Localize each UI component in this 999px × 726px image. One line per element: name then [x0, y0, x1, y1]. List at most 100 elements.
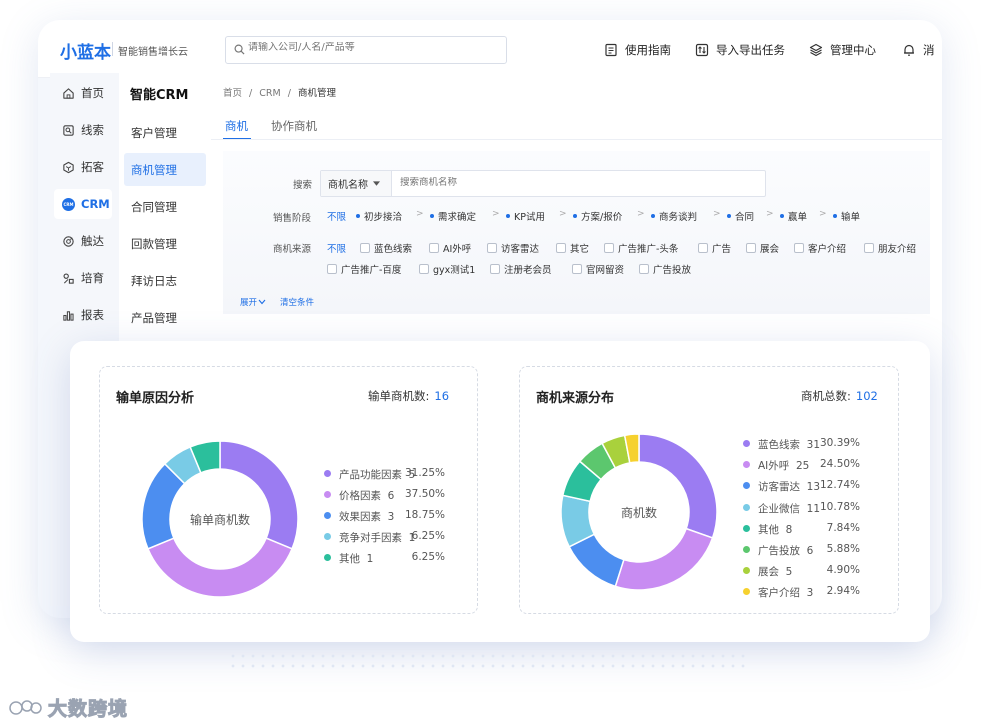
source-option-label: 广告 — [712, 244, 732, 255]
rail-item-leads[interactable]: 线索 — [54, 115, 112, 145]
legend-item[interactable]: 价格因素 6 37.50% — [324, 488, 445, 502]
legend-percent: 6.25% — [411, 551, 445, 563]
tasks-button[interactable]: 导入导出任务 — [695, 42, 785, 58]
legend-item[interactable]: 竞争对手因素 1 6.25% — [324, 530, 445, 544]
legend-item[interactable]: 其他 8 7.84% — [743, 522, 860, 536]
source-option-label: 朋友介绍 — [878, 244, 917, 255]
stage-option-label: 方案/报价 — [581, 212, 623, 223]
legend-item[interactable]: 效果因素 3 18.75% — [324, 509, 445, 523]
legend-item[interactable]: AI外呼 25 24.50% — [743, 458, 860, 472]
stage-option[interactable]: KP试用 — [506, 209, 545, 223]
source-checkbox[interactable]: 朋友介绍 — [864, 241, 916, 255]
source-checkbox[interactable]: 其它 — [556, 241, 589, 255]
legend-dot-icon — [743, 546, 750, 553]
source-checkbox[interactable]: 客户介绍 — [794, 241, 846, 255]
stage-option[interactable]: 合同 — [727, 209, 754, 223]
analytics-card: 输单原因分析 输单商机数: 16 输单商机数 产品功能因素 5 31.25% 价格因素… — [70, 341, 930, 642]
source-option-label: 其它 — [570, 244, 590, 255]
source-checkbox[interactable]: 官网留资 — [572, 262, 624, 276]
checkbox-icon — [604, 243, 614, 253]
admin-button[interactable]: 管理中心 — [809, 42, 876, 58]
legend-item[interactable]: 其他 1 6.25% — [324, 551, 445, 565]
source-checkbox[interactable]: 广告推广-百度 — [327, 262, 401, 276]
clear-filters-link[interactable]: 清空条件 — [280, 296, 314, 308]
legend-label: 访客雷达 13 — [758, 481, 821, 494]
layers-icon — [809, 43, 823, 57]
source-all-option[interactable]: 不限 — [327, 241, 346, 255]
legend-item[interactable]: 蓝色线索 31 30.39% — [743, 437, 860, 451]
source-checkbox[interactable]: 展会 — [746, 241, 779, 255]
stage-option[interactable]: 需求确定 — [430, 209, 476, 223]
tab-opportunities[interactable]: 商机 — [225, 118, 248, 134]
notification-button[interactable]: 消 — [902, 42, 935, 58]
donut-slice[interactable] — [146, 537, 294, 598]
stage-arrow-icon: > — [559, 209, 567, 219]
filter-search: 商机名称 — [320, 170, 766, 197]
source-checkbox[interactable]: 注册老会员 — [490, 262, 552, 276]
global-search[interactable] — [225, 36, 507, 64]
legend-item[interactable]: 产品功能因素 5 31.25% — [324, 467, 445, 481]
stage-option[interactable]: 赢单 — [780, 209, 807, 223]
tab-collab-opportunities[interactable]: 协作商机 — [271, 118, 317, 134]
subnav-item-opportunities[interactable]: 商机管理 — [124, 153, 206, 186]
subnav-item-payments[interactable]: 回款管理 — [124, 227, 206, 260]
legend-dot-icon — [743, 461, 750, 469]
global-search-input[interactable] — [248, 42, 498, 53]
source-checkbox[interactable]: 广告 — [698, 241, 731, 255]
stage-option[interactable]: 输单 — [833, 209, 860, 223]
donut-slice[interactable] — [614, 527, 714, 591]
checkbox-icon — [572, 264, 582, 274]
stage-option[interactable]: 商务谈判 — [651, 209, 697, 223]
app-logo[interactable]: 小蓝本 — [60, 38, 111, 63]
filter-panel: 搜索 商机名称 销售阶段 不限 初步接洽 > 需求确定 > KP试用 > 方案/… — [223, 151, 930, 314]
stage-option[interactable]: 方案/报价 — [573, 209, 622, 223]
expand-link[interactable]: 展开 — [240, 296, 266, 308]
source-checkbox[interactable]: 访客雷达 — [487, 241, 539, 255]
rail-label: 触达 — [81, 234, 104, 248]
rail-item-nurture[interactable]: 培育 — [54, 263, 112, 293]
source-checkbox[interactable]: AI外呼 — [429, 241, 471, 255]
source-checkbox[interactable]: 蓝色线索 — [360, 241, 412, 255]
stage-arrow-icon: > — [637, 209, 645, 219]
opportunity-search-input[interactable] — [400, 177, 740, 188]
legend-percent: 7.84% — [826, 521, 860, 534]
legend-label: 产品功能因素 5 — [339, 469, 416, 481]
legend-label: 其他 8 — [758, 523, 793, 536]
subnav-item-customers[interactable]: 客户管理 — [124, 116, 206, 149]
subnav-item-visits[interactable]: 拜访日志 — [124, 264, 206, 297]
rail-label: 拓客 — [81, 160, 104, 174]
rail-item-prospect[interactable]: 拓客 — [54, 152, 112, 182]
breadcrumb-crm[interactable]: CRM — [259, 88, 280, 99]
donut-slice[interactable] — [219, 440, 299, 550]
guide-button[interactable]: 使用指南 — [604, 42, 671, 58]
rail-item-home[interactable]: 首页 — [54, 78, 112, 108]
subnav-item-contracts[interactable]: 合同管理 — [124, 190, 206, 223]
source-checkbox[interactable]: 广告投放 — [639, 262, 691, 276]
legend-item[interactable]: 企业微信 11 10.78% — [743, 501, 860, 515]
rail-item-report[interactable]: 报表 — [54, 300, 112, 330]
stage-all-option[interactable]: 不限 — [327, 209, 346, 223]
legend-item[interactable]: 广告投放 6 5.88% — [743, 543, 860, 557]
checkbox-icon — [360, 243, 370, 253]
stage-option[interactable]: 初步接洽 — [356, 209, 402, 223]
reach-icon — [63, 235, 74, 247]
search-field-select[interactable]: 商机名称 — [321, 171, 392, 196]
legend-item[interactable]: 客户介绍 3 2.94% — [743, 585, 860, 599]
notification-label: 消 — [923, 43, 935, 57]
rail-item-reach[interactable]: 触达 — [54, 226, 112, 256]
checkbox-icon — [487, 243, 497, 253]
rail-item-crm[interactable]: CRM CRM — [54, 189, 112, 219]
checkbox-icon — [429, 243, 439, 253]
source-checkbox[interactable]: gyx测试1 — [419, 262, 475, 276]
checkbox-icon — [419, 264, 429, 274]
breadcrumb-home[interactable]: 首页 — [223, 88, 242, 99]
stage-arrow-icon: > — [492, 209, 500, 219]
donut-slice[interactable] — [638, 433, 718, 539]
subnav-item-products[interactable]: 产品管理 — [124, 301, 206, 334]
legend-item[interactable]: 展会 5 4.90% — [743, 564, 860, 578]
legend-item[interactable]: 访客雷达 13 12.74% — [743, 479, 860, 493]
home-icon — [63, 87, 74, 99]
source-checkbox[interactable]: 广告推广-头条 — [604, 241, 678, 255]
legend-label: 效果因素 3 — [339, 511, 395, 523]
stage-arrow-icon: > — [766, 209, 774, 219]
